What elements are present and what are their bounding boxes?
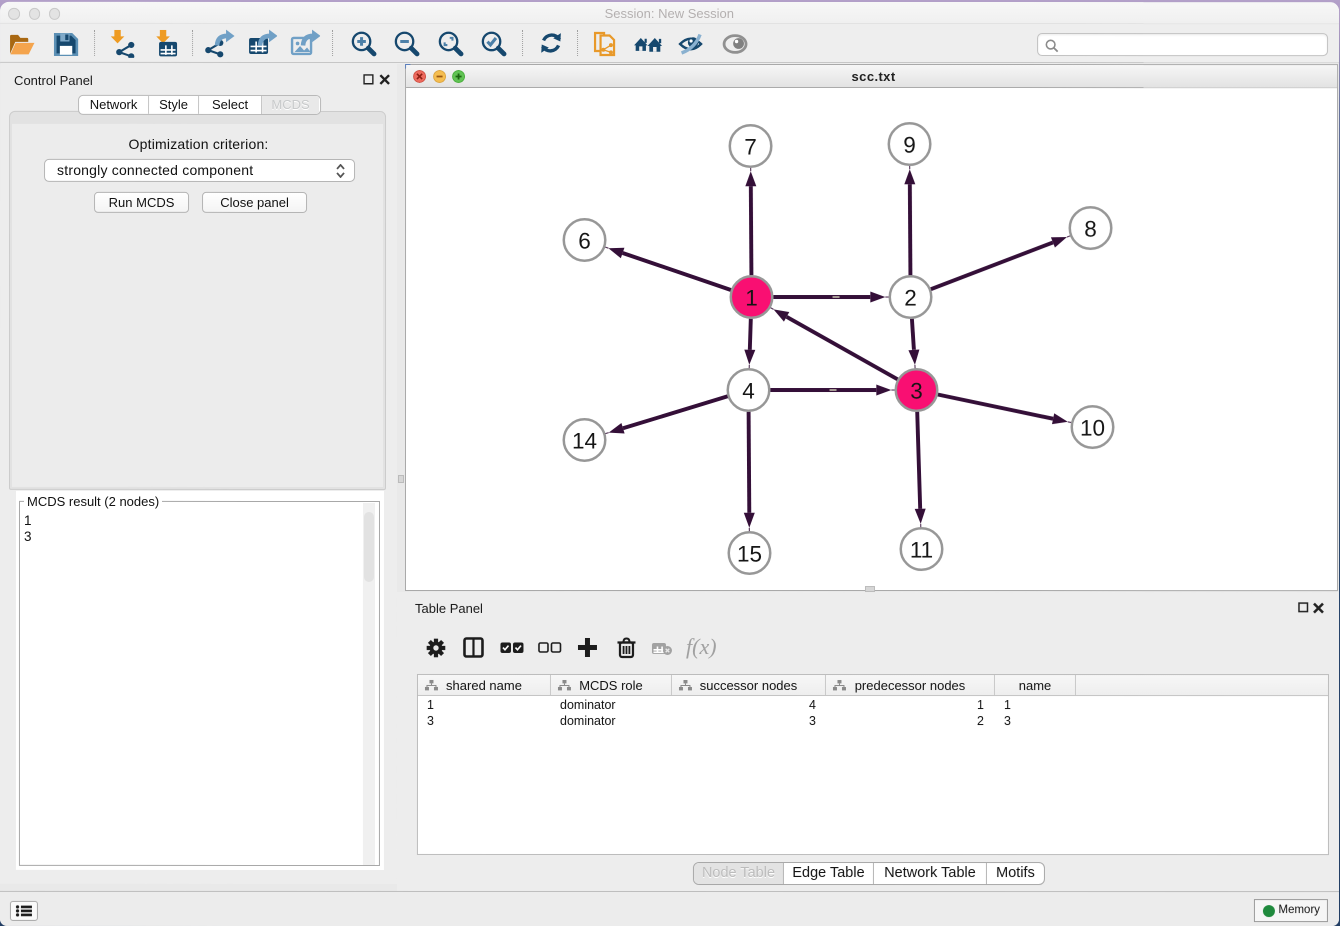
svg-text:4: 4 — [742, 379, 755, 404]
svg-text:6: 6 — [578, 228, 591, 253]
svg-text:7: 7 — [744, 135, 757, 160]
svg-text:14: 14 — [571, 428, 596, 453]
svg-text:8: 8 — [1084, 217, 1097, 242]
svg-text:10: 10 — [1079, 416, 1104, 441]
svg-text:9: 9 — [903, 133, 916, 158]
svg-text:15: 15 — [736, 542, 761, 567]
svg-text:1: 1 — [745, 286, 758, 311]
svg-text:2: 2 — [904, 286, 917, 311]
svg-text:3: 3 — [910, 379, 923, 404]
svg-text:11: 11 — [909, 538, 932, 563]
